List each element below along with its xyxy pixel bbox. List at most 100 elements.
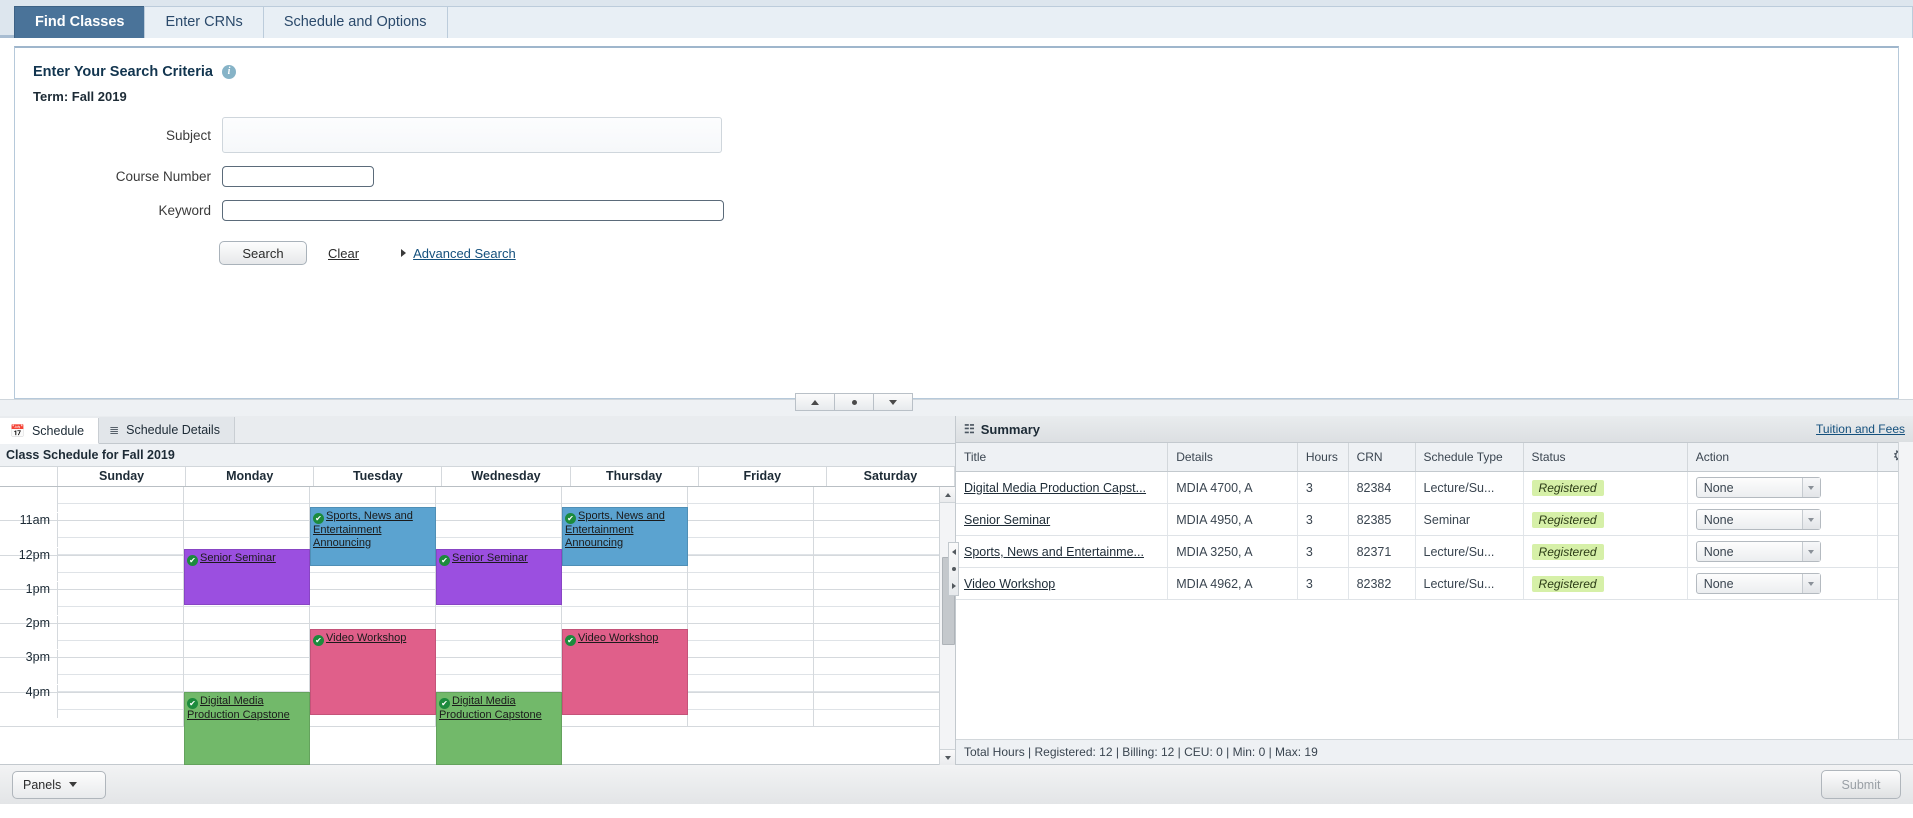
calendar-cell[interactable] [436,658,562,691]
calendar-cell[interactable] [814,693,940,726]
summary-header: ☷ Summary Tuition and Fees [956,416,1913,443]
calendar-cell[interactable] [688,590,814,623]
tab-enter-crns[interactable]: Enter CRNs [144,6,263,38]
summary-scrollbar[interactable] [1898,442,1913,740]
cell-action: None [1687,472,1877,504]
tab-schedule[interactable]: 📅 Schedule [0,418,99,444]
col-title[interactable]: Title [956,443,1168,472]
calendar-cell[interactable] [814,521,940,554]
course-title-link[interactable]: Senior Seminar [964,513,1050,527]
col-details[interactable]: Details [1168,443,1298,472]
cell-crn: 82371 [1348,536,1415,568]
course-number-input[interactable] [222,166,374,187]
dot-icon [852,400,857,405]
calendar-time-label: 11am [0,513,58,546]
course-title-link[interactable]: Digital Media Production Capst... [964,481,1146,495]
action-select[interactable]: None [1696,477,1821,498]
calendar-scrollbar[interactable] [939,487,955,765]
calendar-scroll-up-button[interactable] [940,487,955,503]
calendar-cell[interactable] [436,487,562,520]
subject-input[interactable] [222,117,722,153]
calendar-cell[interactable] [814,590,940,623]
action-select-value: None [1697,545,1802,559]
lower-region: 📅 Schedule ≣ Schedule Details Class Sche… [0,416,1913,764]
calendar-scroll-down-button[interactable] [940,749,955,765]
col-status[interactable]: Status [1523,443,1687,472]
calendar-cell[interactable] [814,556,940,589]
calendar-corner-cell [0,467,58,486]
calendar-cell[interactable] [436,624,562,657]
calendar-cell[interactable] [58,658,184,691]
course-title-link[interactable]: Sports, News and Entertainme... [964,545,1144,559]
calendar-cell[interactable] [58,556,184,589]
action-select[interactable]: None [1696,573,1821,594]
calendar-cell[interactable] [688,556,814,589]
calendar-event[interactable]: ✔Sports, News and Entertainment Announci… [562,507,688,566]
action-select[interactable]: None [1696,509,1821,530]
registered-check-icon: ✔ [187,555,198,566]
cell-schedule-type: Seminar [1415,504,1523,536]
calendar-cell[interactable] [58,487,184,520]
search-button[interactable]: Search [219,241,307,265]
panel-resize-handle[interactable] [948,542,959,596]
calendar-cell[interactable] [58,521,184,554]
col-action[interactable]: Action [1687,443,1877,472]
calendar-cell[interactable] [688,693,814,726]
calendar-event[interactable]: ✔Digital Media Production Capstone [436,692,562,765]
calendar-cell[interactable] [58,693,184,726]
status-badge: Registered [1532,544,1604,560]
calendar-day-header: Sunday Monday Tuesday Wednesday Thursday… [0,467,955,487]
calendar-event[interactable]: ✔Video Workshop [310,629,436,715]
calendar-cell[interactable] [688,658,814,691]
chevron-right-icon [952,583,956,589]
calendar-event[interactable]: ✔Senior Seminar [436,549,562,605]
calendar-cell[interactable] [184,624,310,657]
tab-schedule-details[interactable]: ≣ Schedule Details [99,417,235,443]
col-hours[interactable]: Hours [1297,443,1348,472]
registered-check-icon: ✔ [565,635,576,646]
advanced-search-toggle[interactable]: Advanced Search [401,246,516,261]
keyword-input[interactable] [222,200,724,221]
calendar-event[interactable]: ✔Senior Seminar [184,549,310,605]
splitter-reset-button[interactable] [834,393,874,411]
col-schedule-type[interactable]: Schedule Type [1415,443,1523,472]
calendar-event-title: Video Workshop [326,632,406,644]
calendar-cell[interactable] [814,658,940,691]
calendar-cell[interactable] [814,487,940,520]
calendar-cell[interactable] [58,590,184,623]
tab-schedule-and-options[interactable]: Schedule and Options [263,6,448,38]
splitter-collapse-up-button[interactable] [795,393,835,411]
calendar: Sunday Monday Tuesday Wednesday Thursday… [0,467,955,765]
panels-button[interactable]: Panels [12,771,106,799]
cell-status: Registered [1523,536,1687,568]
calendar-hour-row: 3pm [0,658,940,692]
calendar-event[interactable]: ✔Video Workshop [562,629,688,715]
tab-find-classes[interactable]: Find Classes [14,6,145,38]
cell-schedule-type: Lecture/Su... [1415,536,1523,568]
clear-link[interactable]: Clear [328,246,359,261]
splitter-collapse-down-button[interactable] [873,393,913,411]
submit-button[interactable]: Submit [1821,770,1901,799]
calendar-cell[interactable] [184,658,310,691]
calendar-cell[interactable] [184,487,310,520]
tuition-and-fees-link[interactable]: Tuition and Fees [1816,422,1905,436]
calendar-cell[interactable] [688,624,814,657]
calendar-cell[interactable] [310,590,436,623]
info-icon[interactable]: i [222,65,236,79]
panel-splitter[interactable] [0,399,1913,416]
calendar-cell[interactable] [58,624,184,657]
chevron-down-icon [1802,574,1820,593]
table-row: Senior SeminarMDIA 4950, A382385SeminarR… [956,504,1913,536]
calendar-cell[interactable] [688,487,814,520]
dot-icon [952,567,956,571]
action-select[interactable]: None [1696,541,1821,562]
calendar-cell[interactable] [688,521,814,554]
calendar-event-title: Sports, News and Entertainment Announcin… [313,510,413,549]
calendar-event[interactable]: ✔Sports, News and Entertainment Announci… [310,507,436,566]
course-title-link[interactable]: Video Workshop [964,577,1055,591]
calendar-event[interactable]: ✔Digital Media Production Capstone [184,692,310,765]
calendar-cell[interactable] [814,624,940,657]
calendar-cell[interactable] [562,590,688,623]
cell-action: None [1687,536,1877,568]
col-crn[interactable]: CRN [1348,443,1415,472]
